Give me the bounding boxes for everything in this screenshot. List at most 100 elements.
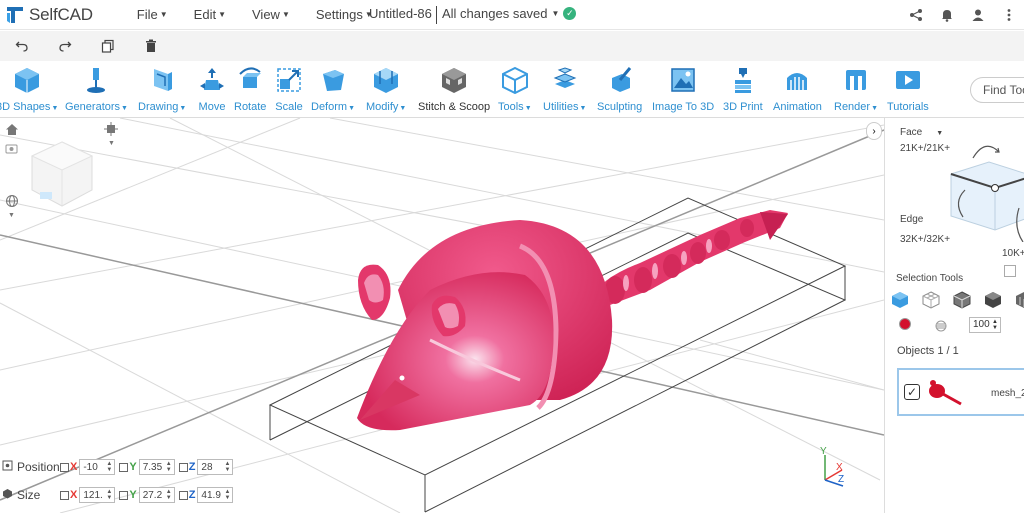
- object-visibility-checkbox[interactable]: ✓: [904, 384, 920, 400]
- title-divider: [436, 6, 437, 24]
- tool-sculpting[interactable]: Sculpting: [597, 65, 642, 113]
- position-x-input[interactable]: -10 ▲ ▼: [79, 459, 116, 475]
- tool-utilities[interactable]: Utilities▼: [543, 65, 586, 113]
- tool-generators[interactable]: Generators▼: [65, 65, 128, 113]
- tool-stitch-scoop[interactable]: Stitch & Scoop: [418, 65, 490, 113]
- deform-icon: [318, 65, 348, 95]
- select-solid-cube-icon[interactable]: [891, 291, 922, 309]
- size-y-input[interactable]: 27.2 ▲ ▼: [138, 487, 175, 503]
- move-icon: [197, 65, 227, 95]
- tool-animation[interactable]: Animation: [773, 65, 822, 113]
- chevron-down-icon: ▼: [8, 212, 15, 219]
- document-title[interactable]: Untitled-86: [369, 6, 432, 21]
- position-y-input[interactable]: 7.35 ▲ ▼: [138, 459, 175, 475]
- stepper-icon[interactable]: ▲ ▼: [992, 319, 998, 331]
- position-x-lock-checkbox[interactable]: [60, 462, 69, 472]
- position-y-lock-checkbox[interactable]: [119, 462, 129, 472]
- selection-panel: Face ▼ 21K+/21K+ Edge 32K+/32K+ 10K+ Sele…: [884, 118, 1024, 513]
- stepper-icon[interactable]: ▲ ▼: [166, 461, 172, 473]
- globe-icon[interactable]: [5, 194, 19, 211]
- tool-tutorials-label: Tutorials: [887, 101, 929, 113]
- stepper-icon[interactable]: ▲ ▼: [224, 489, 230, 501]
- edge-label: Edge: [900, 214, 924, 225]
- panel-collapse-button[interactable]: ›: [866, 122, 882, 140]
- tool-scale[interactable]: Scale: [274, 65, 304, 113]
- tool-3d-print[interactable]: 3D Print: [723, 65, 763, 113]
- chevron-down-icon: ▼: [348, 105, 355, 112]
- redo-icon[interactable]: [43, 39, 86, 53]
- size-y-lock-checkbox[interactable]: [119, 490, 129, 500]
- stepper-icon[interactable]: ▲ ▼: [106, 489, 112, 501]
- mouse-model[interactable]: [357, 210, 788, 431]
- tool-label: Tools▼: [498, 101, 532, 113]
- tool-rotate[interactable]: Rotate: [234, 65, 266, 113]
- select-wire-cube-icon[interactable]: [953, 291, 984, 309]
- object-list-item[interactable]: ✓ mesh_2: [897, 368, 1024, 416]
- size-label-wrap: Size: [0, 488, 60, 502]
- menu-file[interactable]: File ▼: [137, 7, 168, 22]
- tool-move[interactable]: Move: [197, 65, 227, 113]
- select-grid-cube-icon[interactable]: [922, 291, 953, 309]
- position-z-lock-checkbox[interactable]: [178, 462, 188, 472]
- pattern-icon[interactable]: [935, 319, 947, 337]
- opacity-input[interactable]: 100 ▲ ▼: [969, 317, 1001, 333]
- save-status[interactable]: All changes saved ▼ ✓: [442, 6, 577, 21]
- tool-modify[interactable]: Modify▼: [366, 65, 406, 113]
- trash-icon[interactable]: [129, 39, 172, 53]
- pan-icon[interactable]: [104, 122, 118, 139]
- size-x-input[interactable]: 121. ▲ ▼: [79, 487, 116, 503]
- menu-view[interactable]: View ▼: [252, 7, 290, 22]
- selection-mode-cube[interactable]: [943, 132, 1024, 242]
- position-icon: [2, 460, 13, 474]
- menu-edit[interactable]: Edit ▼: [194, 7, 226, 22]
- tool-sculpting-label: Sculpting: [597, 101, 643, 113]
- tool-image-to-3d[interactable]: Image To 3D: [652, 65, 714, 113]
- home-icon[interactable]: [5, 123, 19, 139]
- undo-icon[interactable]: [0, 39, 43, 53]
- position-z-value: 28: [201, 461, 213, 473]
- position-z-input[interactable]: 28 ▲ ▼: [197, 459, 234, 475]
- stepper-icon[interactable]: ▲ ▼: [224, 461, 230, 473]
- tool-tutorials[interactable]: Tutorials: [887, 65, 929, 113]
- size-z-lock-checkbox[interactable]: [178, 490, 188, 500]
- stepper-icon[interactable]: ▲ ▼: [166, 489, 172, 501]
- tool-scale-label: Scale: [275, 101, 303, 113]
- view-cube[interactable]: [30, 140, 94, 215]
- scroll-handle[interactable]: [1004, 265, 1016, 277]
- face-mode-select[interactable]: Face ▼: [900, 127, 943, 138]
- selection-color-swatch[interactable]: [899, 318, 911, 330]
- tool-render[interactable]: Render▼: [834, 65, 878, 113]
- select-layer-cube-icon[interactable]: [1015, 291, 1024, 309]
- chevron-down-icon: ▼: [551, 9, 560, 18]
- scene-canvas[interactable]: [0, 118, 884, 513]
- size-x-lock-checkbox[interactable]: [60, 490, 69, 500]
- tool-drawing[interactable]: Drawing▼: [138, 65, 186, 113]
- bell-icon[interactable]: [931, 5, 962, 25]
- find-tools-input[interactable]: Find Too: [970, 77, 1024, 103]
- stepper-icon[interactable]: ▲ ▼: [106, 461, 112, 473]
- tool-deform[interactable]: Deform▼: [311, 65, 355, 113]
- 3d-viewport[interactable]: Y X Z ▼ ▼ › Position X -10 ▲ ▼ Y 7.35 ▲ ▼ Z …: [0, 118, 884, 513]
- size-icon: [2, 488, 13, 502]
- tool-modify-label: Modify: [366, 101, 399, 113]
- select-dark-cube-icon[interactable]: [984, 291, 1015, 309]
- main-menu: File ▼ Edit ▼ View ▼ Settings ▼: [137, 7, 399, 22]
- 3d-print-icon: [728, 65, 758, 95]
- copy-icon[interactable]: [86, 39, 129, 53]
- camera-icon[interactable]: [5, 142, 18, 158]
- animation-icon: [782, 65, 812, 95]
- user-icon[interactable]: [962, 5, 993, 25]
- axis-z-label: Z: [188, 489, 196, 501]
- top-menu-bar: SelfCAD File ▼ Edit ▼ View ▼ Settings ▼ Unti…: [0, 0, 1024, 30]
- more-vertical-icon[interactable]: [993, 5, 1024, 25]
- share-icon[interactable]: [900, 5, 931, 25]
- gizmo-y-label: Y: [820, 446, 827, 457]
- tool-tools[interactable]: Tools▼: [498, 65, 532, 113]
- menu-file-label: File: [136, 7, 158, 22]
- selfcad-logo[interactable]: SelfCAD: [4, 4, 93, 26]
- tool-label: Generators▼: [65, 101, 128, 113]
- tool-3d-shapes[interactable]: 3D Shapes▼: [0, 65, 58, 113]
- tool-image-to-3d-label: Image To 3D: [652, 101, 715, 113]
- menu-settings[interactable]: Settings ▼: [316, 7, 373, 22]
- size-z-input[interactable]: 41.9 ▲ ▼: [197, 487, 234, 503]
